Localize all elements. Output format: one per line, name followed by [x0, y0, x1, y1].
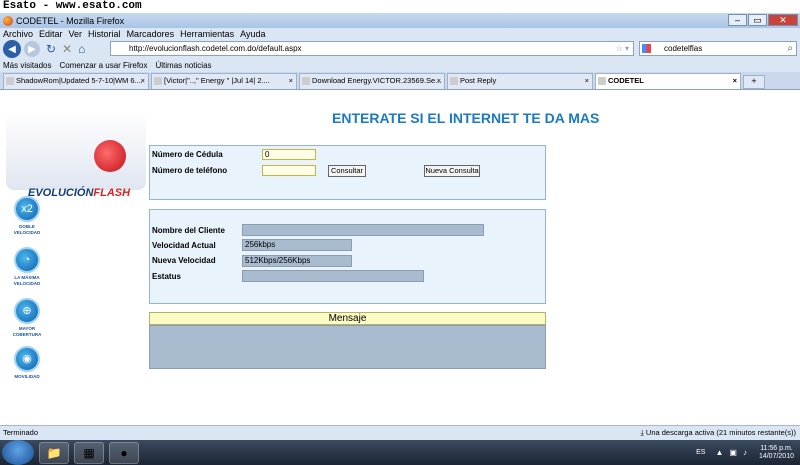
- menu-editar[interactable]: Editar: [39, 28, 63, 40]
- menu-ver[interactable]: Ver: [69, 28, 83, 40]
- tab-favicon: [302, 77, 310, 85]
- tab-codetel[interactable]: CODETEL ×: [595, 73, 741, 89]
- results-panel: Nombre del Cliente Velocidad Actual 256k…: [149, 209, 546, 304]
- telefono-label: Número de teléfono: [152, 166, 228, 175]
- minimize-button[interactable]: –: [728, 14, 747, 26]
- estatus-value: [242, 270, 424, 282]
- firefox-icon: [3, 15, 13, 26]
- cliente-label: Nombre del Cliente: [152, 226, 225, 235]
- mensaje-header: Mensaje: [149, 312, 546, 325]
- feature-doble-velocidad[interactable]: x2 DOBLE VELOCIDAD: [8, 196, 46, 236]
- consultar-button[interactable]: Consultar: [328, 165, 366, 177]
- bookmark-comenzar[interactable]: Comenzar a usar Firefox: [59, 61, 147, 70]
- close-window-button[interactable]: ✕: [768, 14, 798, 26]
- site-watermark: Esato - www.esato.com: [0, 0, 800, 13]
- maximize-button[interactable]: ▭: [748, 14, 767, 26]
- velocidad-nueva-label: Nueva Velocidad: [152, 256, 216, 265]
- coverage-icon: ⊕: [14, 298, 40, 324]
- feature-mayor-cobertura[interactable]: ⊕ MAYOR COBERTURA: [8, 298, 46, 338]
- address-bar[interactable]: http://evolucionflash.codetel.com.do/def…: [110, 41, 634, 56]
- media-icon[interactable]: ▦: [74, 441, 104, 464]
- tab-favicon: [6, 77, 14, 85]
- search-text: codetelflas: [664, 44, 703, 53]
- cedula-label: Número de Cédula: [152, 150, 223, 159]
- forward-button[interactable]: ▶: [24, 41, 40, 57]
- firefox-taskbar-icon[interactable]: ●: [109, 441, 139, 464]
- tab-victor[interactable]: [Victor|"..," Energy " |Jul 14| 2.... ×: [151, 73, 297, 89]
- tray-arrow-icon[interactable]: ▲: [715, 448, 723, 457]
- stop-icon[interactable]: ✕: [62, 42, 72, 56]
- tab-favicon: [154, 77, 162, 85]
- x2-icon: x2: [14, 196, 40, 222]
- telefono-input[interactable]: [262, 165, 316, 176]
- close-tab-icon[interactable]: ×: [585, 74, 589, 88]
- start-button[interactable]: [2, 440, 34, 465]
- window-titlebar: CODETEL - Mozilla Firefox – ▭ ✕: [0, 13, 800, 28]
- clock[interactable]: 11:56 p.m. 14/07/2010: [759, 445, 794, 461]
- velocidad-actual-value: 256kbps: [242, 239, 352, 251]
- menu-herramientas[interactable]: Herramientas: [180, 28, 234, 40]
- volume-icon[interactable]: ♪: [743, 448, 747, 457]
- explorer-icon[interactable]: 📁: [39, 441, 69, 464]
- download-status[interactable]: ⤓ Una descarga activa (21 minutos restan…: [641, 426, 796, 440]
- url-text: http://evolucionflash.codetel.com.do/def…: [129, 44, 302, 53]
- query-panel: Número de Cédula 0 Número de teléfono Co…: [149, 145, 546, 200]
- tab-download[interactable]: Download Energy.VICTOR.23569.Se... ×: [299, 73, 445, 89]
- menu-ayuda[interactable]: Ayuda: [240, 28, 265, 40]
- tab-strip: ShadowRom|Updated 5-7-10|WM 6.... × [Vict…: [0, 72, 800, 90]
- wifi-icon: ◉: [14, 346, 40, 372]
- close-tab-icon[interactable]: ×: [437, 74, 441, 88]
- windows-taskbar: 📁 ▦ ● ES ▲ ▣ ♪ 11:56 p.m. 14/07/2010: [0, 440, 800, 465]
- page-headline: ENTERATE SI EL INTERNET TE DA MAS: [332, 110, 600, 126]
- nueva-consulta-button[interactable]: Nueva Consulta: [424, 165, 480, 177]
- menu-marcadores[interactable]: Marcadores: [127, 28, 175, 40]
- close-tab-icon[interactable]: ×: [289, 74, 293, 88]
- network-icon[interactable]: ▣: [729, 448, 737, 457]
- mensaje-body: [149, 325, 546, 369]
- search-engine-icon[interactable]: [642, 44, 651, 53]
- bookmark-noticias[interactable]: Últimas noticias: [156, 61, 212, 70]
- tab-post-reply[interactable]: Post Reply ×: [447, 73, 593, 89]
- menu-historial[interactable]: Historial: [88, 28, 121, 40]
- page-content: EVOLUCIÓNFLASH x2 DOBLE VELOCIDAD ◔ LA M…: [0, 90, 800, 425]
- close-tab-icon[interactable]: ×: [733, 74, 737, 88]
- speedometer-icon: ◔: [14, 247, 40, 273]
- velocidad-actual-label: Velocidad Actual: [152, 241, 216, 250]
- bookmarks-toolbar: Más visitados Comenzar a usar Firefox Úl…: [0, 58, 800, 72]
- search-icon[interactable]: ⌕: [787, 42, 793, 55]
- logo-swoosh-icon: [94, 140, 126, 172]
- language-indicator[interactable]: ES: [696, 449, 705, 456]
- feature-movilidad[interactable]: ◉ MOVILIDAD: [8, 346, 46, 380]
- system-tray: ES ▲ ▣ ♪ 11:56 p.m. 14/07/2010: [696, 440, 800, 465]
- search-input[interactable]: codetelflas ⌕: [639, 41, 797, 56]
- menu-bar: Archivo Editar Ver Historial Marcadores …: [0, 28, 800, 40]
- menu-archivo[interactable]: Archivo: [3, 28, 33, 40]
- tab-favicon: [598, 77, 606, 85]
- home-icon[interactable]: ⌂: [78, 42, 85, 56]
- bookmark-star-icon[interactable]: ☆ ▾: [616, 42, 629, 55]
- status-text: Terminado: [3, 428, 39, 437]
- bookmark-mas-visitados[interactable]: Más visitados: [3, 61, 51, 70]
- close-tab-icon[interactable]: ×: [141, 74, 145, 88]
- status-bar: Terminado ⤓ Una descarga activa (21 minu…: [0, 425, 800, 440]
- evolucion-flash-logo: EVOLUCIÓNFLASH: [6, 110, 146, 199]
- window-title: CODETEL - Mozilla Firefox: [16, 15, 125, 26]
- estatus-label: Estatus: [152, 272, 181, 281]
- back-button[interactable]: ◀: [3, 40, 21, 58]
- cedula-input[interactable]: 0: [262, 149, 316, 160]
- reload-icon[interactable]: ↻: [46, 42, 56, 56]
- new-tab-button[interactable]: +: [743, 75, 765, 89]
- tab-shadowrom[interactable]: ShadowRom|Updated 5-7-10|WM 6.... ×: [3, 73, 149, 89]
- feature-maxima-velocidad[interactable]: ◔ LA MÁXIMA VELOCIDAD: [8, 247, 46, 287]
- cliente-value: [242, 224, 484, 236]
- velocidad-nueva-value: 512Kbps/256Kbps: [242, 255, 352, 267]
- tab-favicon: [450, 77, 458, 85]
